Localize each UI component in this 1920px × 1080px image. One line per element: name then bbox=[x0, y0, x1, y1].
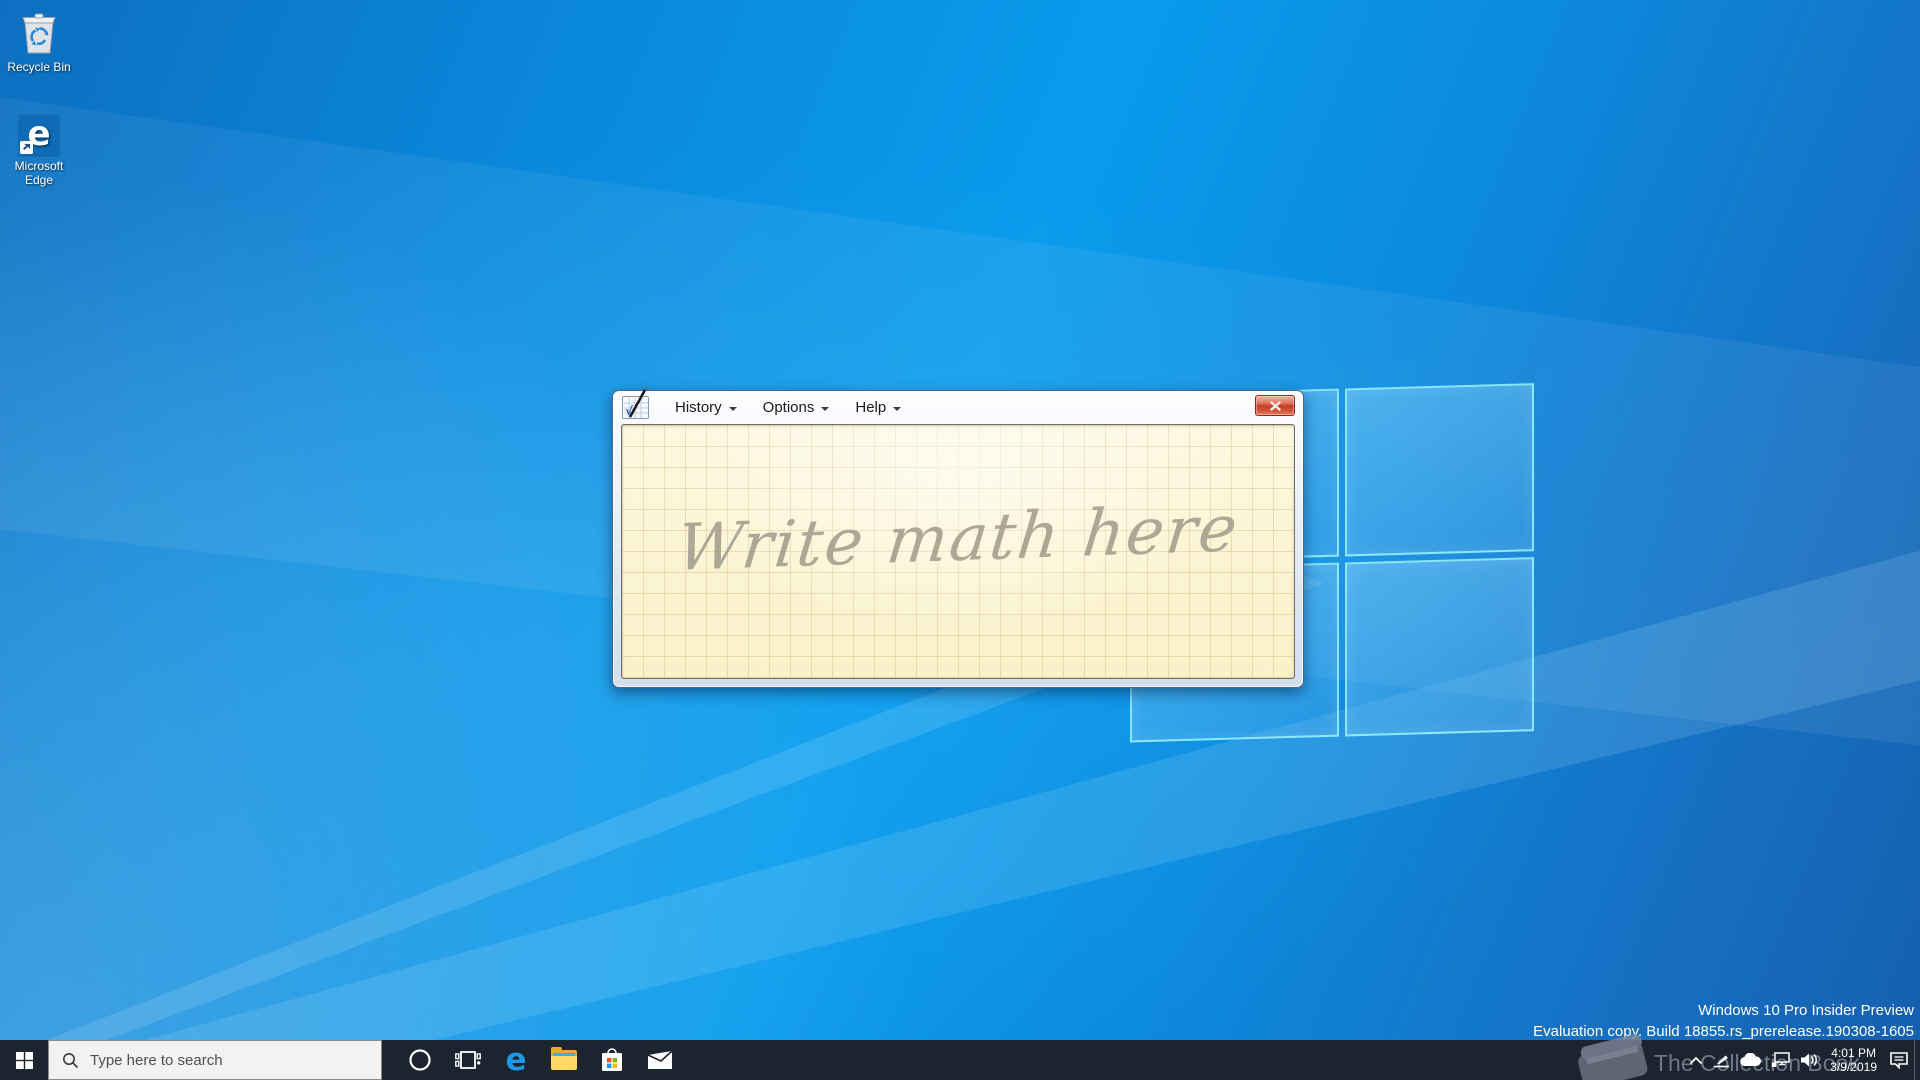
math-input-panel-window: √ History Options Help bbox=[612, 390, 1304, 688]
menu-options[interactable]: Options bbox=[763, 399, 830, 416]
chevron-down-icon bbox=[893, 407, 901, 411]
taskbar-search[interactable] bbox=[48, 1040, 382, 1080]
tray-network-button[interactable] bbox=[1766, 1040, 1795, 1080]
windows-logo-pane bbox=[1345, 557, 1534, 736]
speaker-icon bbox=[1800, 1052, 1818, 1068]
chevron-down-icon bbox=[821, 407, 829, 411]
desktop-icon-microsoft-edge[interactable]: e Microsoft Edge bbox=[0, 115, 78, 187]
search-icon bbox=[62, 1052, 79, 1069]
network-icon bbox=[1771, 1052, 1790, 1068]
edge-tile-icon: e bbox=[19, 115, 59, 155]
desktop-icon-recycle-bin[interactable]: Recycle Bin bbox=[0, 10, 78, 74]
chevron-up-icon bbox=[1689, 1056, 1703, 1065]
tray-ink-button[interactable] bbox=[1708, 1040, 1735, 1080]
shortcut-arrow-icon bbox=[20, 141, 33, 154]
mail-button[interactable] bbox=[636, 1040, 684, 1080]
file-explorer-icon bbox=[551, 1050, 577, 1070]
action-center-icon bbox=[1889, 1051, 1909, 1069]
recycle-bin-icon bbox=[18, 10, 60, 56]
math-writing-canvas[interactable]: Write math here bbox=[621, 424, 1295, 679]
mail-icon bbox=[647, 1050, 673, 1070]
menu-help[interactable]: Help bbox=[855, 399, 901, 416]
system-tray: The Collection Book bbox=[1684, 1040, 1920, 1080]
desktop-icon-label: Recycle Bin bbox=[7, 60, 70, 74]
taskbar-clock[interactable]: 4:01 PM 3/9/2019 bbox=[1823, 1046, 1884, 1074]
windows-logo-pane bbox=[1345, 383, 1534, 556]
edge-icon: e bbox=[505, 1045, 526, 1076]
action-center-button[interactable] bbox=[1884, 1040, 1914, 1080]
menu-history[interactable]: History bbox=[675, 399, 737, 416]
microsoft-store-icon bbox=[600, 1047, 624, 1073]
cloud-icon bbox=[1740, 1053, 1761, 1067]
edge-taskbar-button[interactable]: e bbox=[492, 1040, 540, 1080]
desktop: Recycle Bin e Microsoft Edge √ bbox=[0, 0, 1920, 1080]
desktop-icon-label: Microsoft Edge bbox=[15, 159, 64, 187]
file-explorer-button[interactable] bbox=[540, 1040, 588, 1080]
tray-volume-button[interactable] bbox=[1795, 1040, 1823, 1080]
insider-build-watermark: Windows 10 Pro Insider Preview Evaluatio… bbox=[1533, 1000, 1914, 1042]
tray-onedrive-button[interactable] bbox=[1735, 1040, 1766, 1080]
chevron-down-icon bbox=[729, 407, 737, 411]
windows-start-icon bbox=[16, 1052, 33, 1069]
close-button[interactable] bbox=[1255, 395, 1295, 416]
clock-time: 4:01 PM bbox=[1830, 1046, 1877, 1060]
canvas-placeholder: Write math here bbox=[673, 492, 1242, 586]
math-input-panel-menubar: √ History Options Help bbox=[613, 391, 1303, 424]
task-view-icon bbox=[455, 1049, 481, 1071]
cortana-button[interactable] bbox=[396, 1040, 444, 1080]
search-input[interactable] bbox=[90, 1052, 340, 1069]
close-icon bbox=[1270, 401, 1281, 411]
taskbar-pinned-apps: e bbox=[396, 1040, 684, 1080]
start-button[interactable] bbox=[0, 1040, 48, 1080]
task-view-button[interactable] bbox=[444, 1040, 492, 1080]
clock-date: 3/9/2019 bbox=[1830, 1060, 1877, 1074]
show-desktop-button[interactable] bbox=[1914, 1040, 1920, 1080]
taskbar: e bbox=[0, 1040, 1920, 1080]
microsoft-store-button[interactable] bbox=[588, 1040, 636, 1080]
math-input-panel-app-icon[interactable]: √ bbox=[622, 396, 649, 419]
cortana-icon bbox=[408, 1048, 432, 1072]
tray-chevron-button[interactable] bbox=[1684, 1040, 1708, 1080]
pen-icon bbox=[1713, 1053, 1730, 1068]
